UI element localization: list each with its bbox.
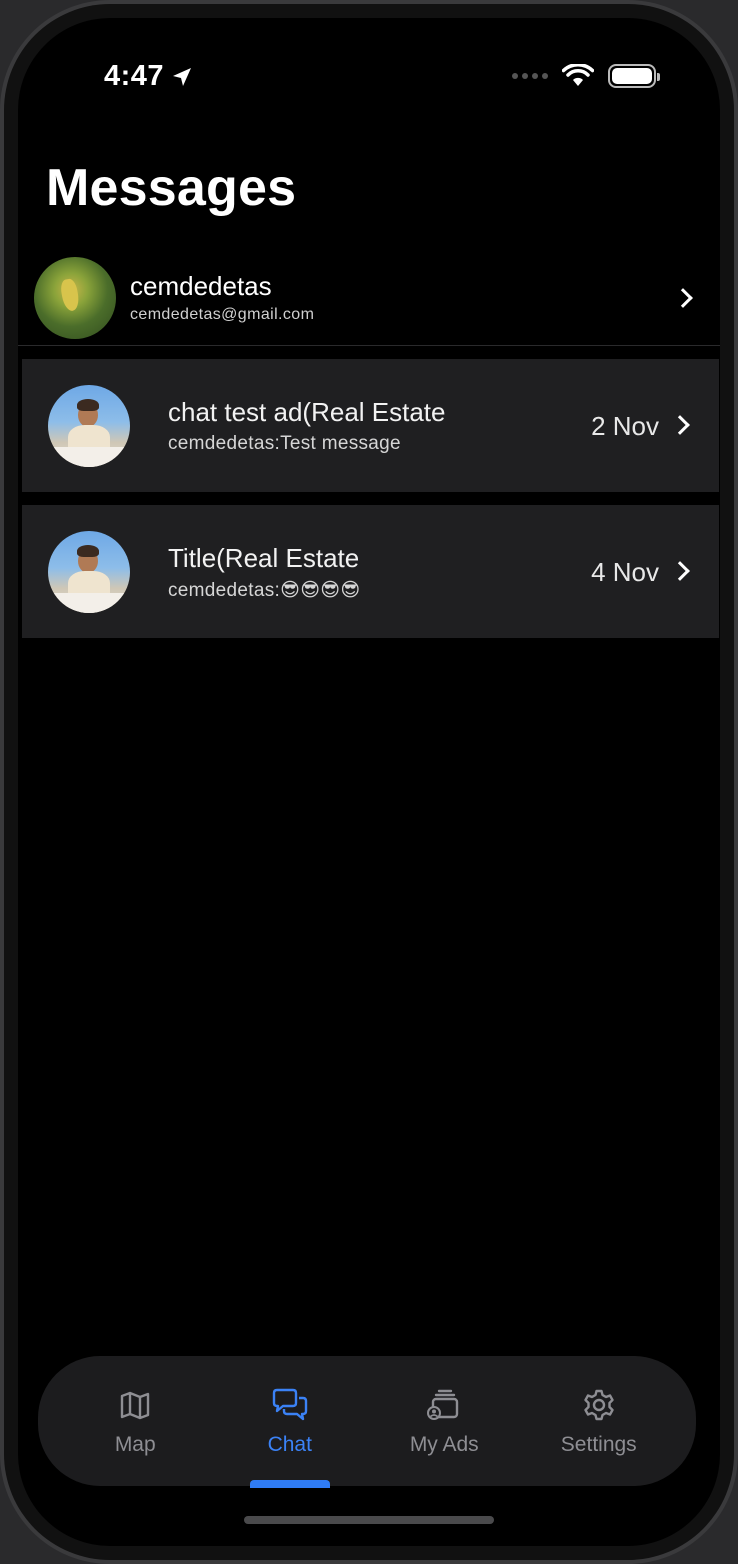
tab-my-ads[interactable]: My Ads xyxy=(369,1356,519,1486)
device-bezel: 4:47 Messages cemdedetas cemdedetas@gmai… xyxy=(4,4,734,1560)
status-time: 4:47 xyxy=(104,60,194,93)
profile-email: cemdedetas@gmail.com xyxy=(130,306,315,323)
map-icon xyxy=(121,1391,150,1420)
tab-label: Map xyxy=(114,1433,156,1456)
tab-settings[interactable]: Settings xyxy=(524,1356,674,1486)
device-frame: 4:47 Messages cemdedetas cemdedetas@gmai… xyxy=(0,0,738,1564)
active-tab-indicator xyxy=(249,1480,330,1488)
tab-chat[interactable]: Chat xyxy=(215,1356,365,1488)
tab-map[interactable]: Map xyxy=(60,1356,210,1486)
my-ads-icon xyxy=(427,1389,459,1420)
chat-preview: cemdedetas:😎😎😎😎 xyxy=(168,580,361,601)
chevron-right-icon xyxy=(673,288,693,308)
chat-bubbles-icon xyxy=(272,1388,307,1421)
cellular-signal-icon xyxy=(512,73,548,79)
battery-icon xyxy=(608,64,660,88)
home-indicator xyxy=(244,1516,494,1524)
chat-title: chat test ad(Real Estate xyxy=(168,397,446,427)
chevron-right-icon xyxy=(670,415,690,435)
chat-title: Title(Real Estate xyxy=(168,543,360,573)
status-time-label: 4:47 xyxy=(104,60,165,92)
profile-text: cemdedetas cemdedetas@gmail.com xyxy=(130,271,314,324)
tab-label: Chat xyxy=(267,1433,312,1456)
profile-row[interactable]: cemdedetas cemdedetas@gmail.com xyxy=(18,250,720,346)
page-title: Messages xyxy=(46,159,297,217)
chat-list-item[interactable]: Title(Real Estate cemdedetas:😎😎😎😎 4 Nov xyxy=(22,505,719,638)
screen: 4:47 Messages cemdedetas cemdedetas@gmai… xyxy=(18,18,720,1546)
tab-label: My Ads xyxy=(409,1433,479,1456)
tab-label: Settings xyxy=(560,1433,637,1456)
status-icons xyxy=(512,64,660,88)
gear-icon xyxy=(584,1389,614,1421)
profile-name: cemdedetas xyxy=(130,271,272,301)
wifi-icon xyxy=(562,64,594,86)
chat-list-item[interactable]: chat test ad(Real Estate cemdedetas:Test… xyxy=(22,359,719,492)
location-arrow-icon xyxy=(173,67,192,86)
tab-bar: Map Chat My Ads Settings xyxy=(38,1356,696,1488)
avatar xyxy=(48,385,130,467)
avatar xyxy=(34,256,116,339)
chat-date: 4 Nov xyxy=(591,557,659,587)
chevron-right-icon xyxy=(670,561,690,581)
chat-preview: cemdedetas:Test message xyxy=(168,433,401,454)
chat-date: 2 Nov xyxy=(591,411,659,441)
avatar xyxy=(48,531,130,613)
